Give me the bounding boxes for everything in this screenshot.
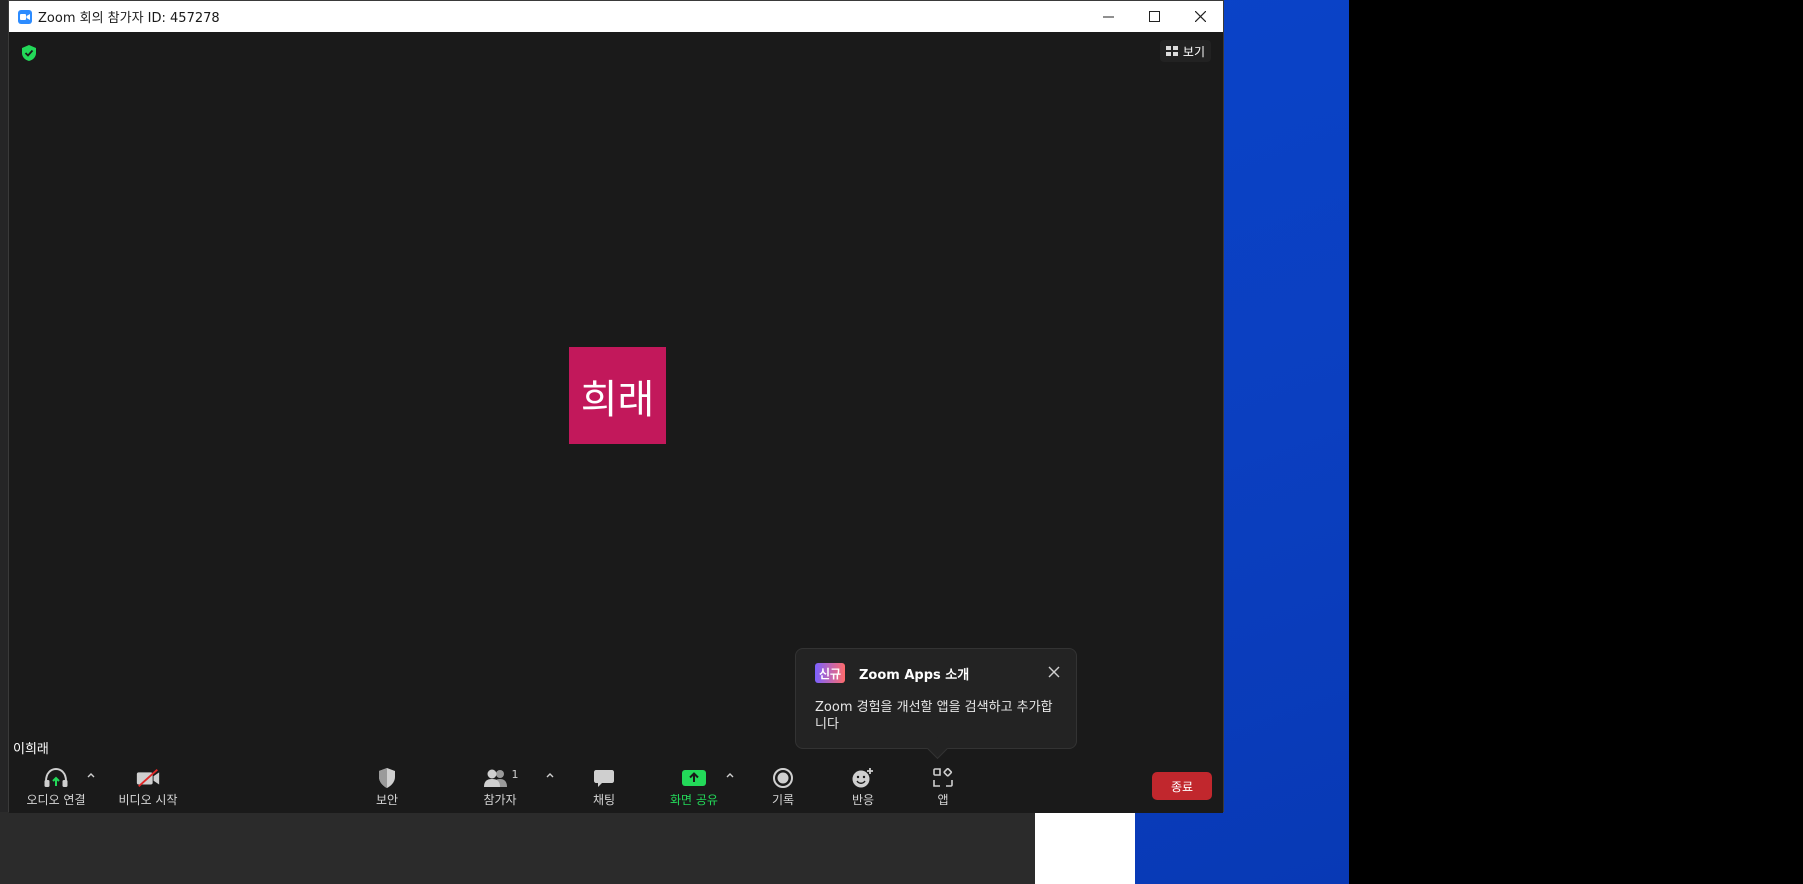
share-screen-label: 화면 공유 xyxy=(670,793,718,807)
participants-button[interactable]: 1 참가자 xyxy=(469,766,531,810)
security-label: 보안 xyxy=(375,793,399,807)
new-badge: 신규 xyxy=(815,663,846,683)
view-button-label: 보기 xyxy=(1182,44,1205,59)
start-video-button[interactable]: 비디오 시작 xyxy=(113,766,183,810)
popup-close-button[interactable] xyxy=(1046,664,1062,680)
zoom-logo-icon xyxy=(18,9,32,24)
close-button[interactable] xyxy=(1177,1,1223,32)
emoji-plus-icon xyxy=(850,766,876,790)
window-controls xyxy=(1085,1,1223,32)
share-options-chevron-up-icon[interactable] xyxy=(725,768,737,782)
meeting-stage: 보기 희래 이희래 신규 Zoom Apps 소개 Zoom 경험을 개선할 앱… xyxy=(9,32,1223,762)
background-window xyxy=(0,812,1035,884)
background-black-area xyxy=(1349,0,1803,884)
security-button[interactable]: 보안 xyxy=(362,766,412,810)
participants-options-chevron-up-icon[interactable] xyxy=(545,768,557,782)
minimize-button[interactable] xyxy=(1085,1,1131,32)
popup-body: Zoom 경험을 개선할 앱을 검색하고 추가합니다 xyxy=(815,700,1053,732)
encryption-shield-icon[interactable] xyxy=(21,44,37,62)
chat-bubble-icon xyxy=(591,766,617,790)
record-button[interactable]: 기록 xyxy=(758,766,808,810)
close-icon xyxy=(1194,11,1206,22)
audio-label: 오디오 연결 xyxy=(26,793,86,807)
join-audio-button[interactable]: 오디오 연결 xyxy=(19,766,93,810)
record-label: 기록 xyxy=(771,793,795,807)
headphones-icon xyxy=(43,766,69,790)
video-off-icon xyxy=(135,766,161,790)
title-bar[interactable]: Zoom 회의 참가자 ID: 457278 xyxy=(9,1,1223,32)
audio-options-chevron-up-icon[interactable] xyxy=(86,768,98,782)
chat-button[interactable]: 채팅 xyxy=(579,766,629,810)
view-button[interactable]: 보기 xyxy=(1159,40,1211,62)
end-meeting-button[interactable]: 종료 xyxy=(1152,772,1212,800)
apps-button[interactable]: 앱 xyxy=(918,766,968,810)
share-screen-icon xyxy=(681,766,707,790)
meeting-toolbar: 오디오 연결 비디오 시작 보안 1 참가자 채팅 화면 공유 기록 반응 앱 … xyxy=(9,762,1223,813)
share-screen-button[interactable]: 화면 공유 xyxy=(663,766,725,810)
record-icon xyxy=(770,766,796,790)
shield-icon xyxy=(374,766,400,790)
maximize-button[interactable] xyxy=(1131,1,1177,32)
zoom-meeting-window: Zoom 회의 참가자 ID: 457278 보기 희래 이희래 신규 Zoom… xyxy=(8,0,1224,813)
participants-icon: 1 xyxy=(480,766,520,790)
popup-title: Zoom Apps 소개 xyxy=(859,668,970,683)
window-title: Zoom 회의 참가자 ID: 457278 xyxy=(38,11,220,26)
video-label: 비디오 시작 xyxy=(118,793,178,807)
chat-label: 채팅 xyxy=(592,793,616,807)
grid-view-icon xyxy=(1165,45,1178,56)
background-white-panel xyxy=(1035,812,1135,884)
reactions-button[interactable]: 반응 xyxy=(838,766,888,810)
participant-avatar: 희래 xyxy=(569,347,666,444)
close-icon xyxy=(1048,666,1060,678)
participants-label: 참가자 xyxy=(483,793,517,807)
apps-icon xyxy=(930,766,956,790)
maximize-icon xyxy=(1148,11,1160,22)
participants-count: 1 xyxy=(511,767,519,781)
reactions-label: 반응 xyxy=(851,793,875,807)
participant-name-tag: 이희래 xyxy=(9,737,53,757)
apps-label: 앱 xyxy=(937,793,949,807)
zoom-apps-popup: 신규 Zoom Apps 소개 Zoom 경험을 개선할 앱을 검색하고 추가합… xyxy=(795,648,1077,749)
minimize-icon xyxy=(1102,16,1114,18)
